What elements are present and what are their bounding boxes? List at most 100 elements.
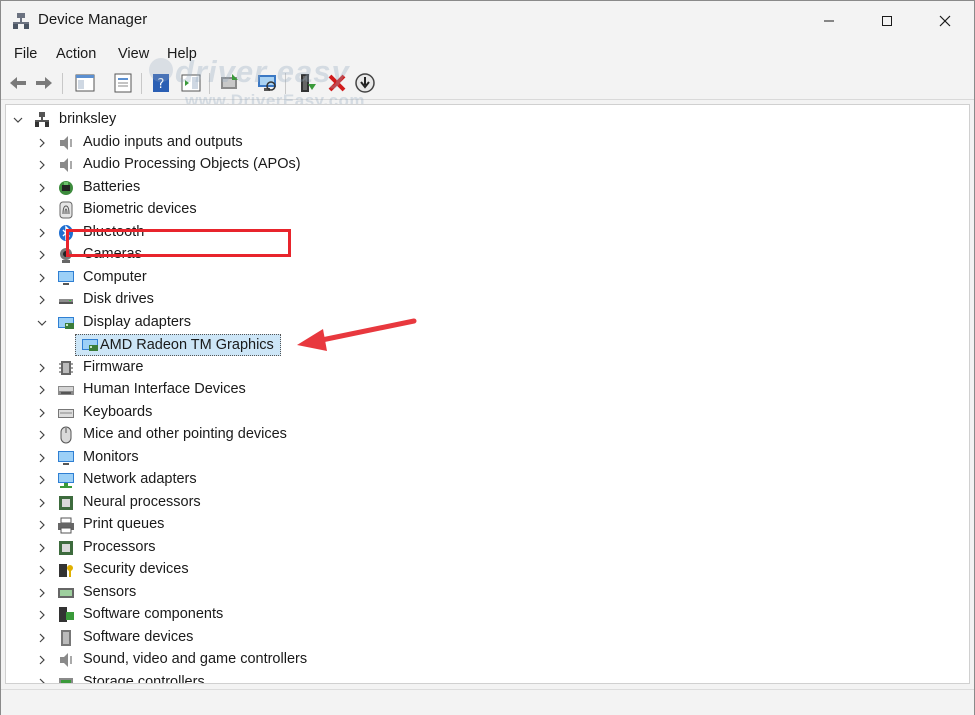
tree-category-7[interactable]: Disk drives	[6, 289, 966, 311]
tree-root[interactable]: brinksley	[6, 109, 966, 131]
chevron-right-icon[interactable]	[36, 542, 48, 554]
uninstall-icon[interactable]	[326, 72, 348, 94]
menu-bar: File Action View Help	[1, 41, 974, 68]
tree-category-2[interactable]: Batteries	[6, 177, 966, 199]
tree-category-3[interactable]: Biometric devices	[6, 199, 966, 221]
tree-category-16[interactable]: Print queues	[6, 514, 966, 536]
chevron-down-icon[interactable]	[12, 114, 24, 126]
chevron-right-icon[interactable]	[36, 362, 48, 374]
action-pane-icon[interactable]	[180, 72, 202, 94]
chevron-right-icon[interactable]	[36, 452, 48, 464]
add-legacy-icon[interactable]	[296, 72, 318, 94]
tree-category-11[interactable]: Keyboards	[6, 402, 966, 424]
chevron-right-icon[interactable]	[36, 227, 48, 239]
chevron-right-icon[interactable]	[36, 384, 48, 396]
menu-view[interactable]: View	[118, 46, 149, 62]
display-adapter-icon	[82, 339, 98, 351]
tree-category-1[interactable]: Audio Processing Objects (APOs)	[6, 154, 966, 176]
tree-category-label: Computer	[83, 268, 147, 285]
properties-icon[interactable]	[112, 72, 134, 94]
chevron-right-icon[interactable]	[36, 294, 48, 306]
sensor-icon	[58, 587, 74, 598]
tree-category-18[interactable]: Security devices	[6, 559, 966, 581]
chevron-right-icon[interactable]	[36, 272, 48, 284]
chevron-right-icon[interactable]	[36, 407, 48, 419]
maximize-button[interactable]	[858, 1, 916, 41]
toolbar-separator	[62, 73, 63, 94]
tree-category-label: Sound, video and game controllers	[83, 651, 308, 667]
tree-root-label: brinksley	[59, 111, 117, 127]
update-driver-icon[interactable]	[218, 72, 240, 94]
tree-category-label: Display adapters	[83, 313, 191, 330]
disable-icon[interactable]	[354, 72, 376, 94]
chevron-right-icon[interactable]	[36, 497, 48, 509]
tree-category-label: Security devices	[83, 561, 189, 577]
help-icon[interactable]: ?	[150, 72, 172, 94]
tree-category-22[interactable]: Sound, video and game controllers	[6, 649, 966, 671]
menu-file[interactable]: File	[14, 46, 37, 62]
chevron-right-icon[interactable]	[36, 474, 48, 486]
tree-category-23[interactable]: Storage controllers	[6, 672, 966, 685]
minimize-icon	[824, 20, 834, 22]
chevron-right-icon[interactable]	[36, 677, 48, 685]
forward-arrow-icon[interactable]	[33, 72, 55, 94]
tree-category-label: Network adapters	[83, 471, 197, 487]
tree-category-21[interactable]: Software devices	[6, 627, 966, 649]
back-arrow-icon[interactable]	[7, 72, 29, 94]
display-adapter-icon	[58, 316, 74, 329]
computer-icon	[58, 270, 74, 285]
tree-category-6[interactable]: Computer	[6, 267, 966, 289]
tree-category-label: Keyboards	[83, 403, 153, 420]
chevron-right-icon[interactable]	[36, 654, 48, 666]
scan-hardware-icon[interactable]	[256, 72, 278, 94]
device-tree[interactable]: brinksley Audio inputs and outputs Audio …	[5, 104, 970, 684]
chevron-right-icon[interactable]	[36, 609, 48, 621]
keyboard-icon	[58, 408, 74, 418]
menu-help[interactable]: Help	[167, 46, 197, 62]
window-title: Device Manager	[38, 11, 148, 28]
toolbar-separator	[285, 73, 286, 94]
tree-category-8[interactable]: Display adapters	[6, 312, 966, 334]
chevron-down-icon[interactable]	[36, 317, 48, 329]
disk-icon	[59, 299, 73, 304]
tree-category-label: Print queues	[83, 516, 165, 532]
tree-category-20[interactable]: Software components	[6, 604, 966, 626]
mouse-icon	[60, 426, 72, 444]
tree-category-10[interactable]: Human Interface Devices	[6, 379, 966, 401]
monitor-icon	[58, 450, 74, 465]
tree-category-13[interactable]: Monitors	[6, 447, 966, 469]
chevron-right-icon[interactable]	[36, 182, 48, 194]
tree-category-12[interactable]: Mice and other pointing devices	[6, 424, 966, 446]
chevron-right-icon[interactable]	[36, 564, 48, 576]
menu-action[interactable]: Action	[56, 46, 96, 62]
speaker-icon	[60, 653, 72, 667]
battery-icon	[59, 180, 73, 195]
show-hide-console-tree-icon[interactable]	[74, 72, 96, 94]
chevron-right-icon[interactable]	[36, 204, 48, 216]
chip-icon	[59, 495, 73, 510]
tree-category-label: Monitors	[83, 448, 139, 465]
chevron-right-icon[interactable]	[36, 429, 48, 441]
network-icon	[58, 473, 74, 488]
tree-category-19[interactable]: Sensors	[6, 582, 966, 604]
chevron-right-icon[interactable]	[36, 137, 48, 149]
chevron-right-icon[interactable]	[36, 587, 48, 599]
tree-category-label: Sensors	[83, 583, 137, 600]
chevron-right-icon[interactable]	[36, 519, 48, 531]
chevron-right-icon[interactable]	[36, 632, 48, 644]
tree-category-label: Audio Processing Objects (APOs)	[83, 156, 301, 172]
security-icon	[59, 564, 73, 577]
tree-category-0[interactable]: Audio inputs and outputs	[6, 132, 966, 154]
tree-category-15[interactable]: Neural processors	[6, 492, 966, 514]
tree-category-label: Human Interface Devices	[83, 381, 246, 397]
tree-category-9[interactable]: Firmware	[6, 357, 966, 379]
chevron-right-icon[interactable]	[36, 249, 48, 261]
close-button[interactable]	[916, 1, 974, 41]
tree-category-14[interactable]: Network adapters	[6, 469, 966, 491]
tree-category-17[interactable]: Processors	[6, 537, 966, 559]
tree-category-label: Software devices	[83, 628, 194, 645]
minimize-button[interactable]	[800, 1, 858, 41]
title-bar[interactable]: Device Manager	[1, 1, 974, 41]
tree-device-0[interactable]: AMD Radeon TM Graphics	[6, 334, 966, 356]
chevron-right-icon[interactable]	[36, 159, 48, 171]
